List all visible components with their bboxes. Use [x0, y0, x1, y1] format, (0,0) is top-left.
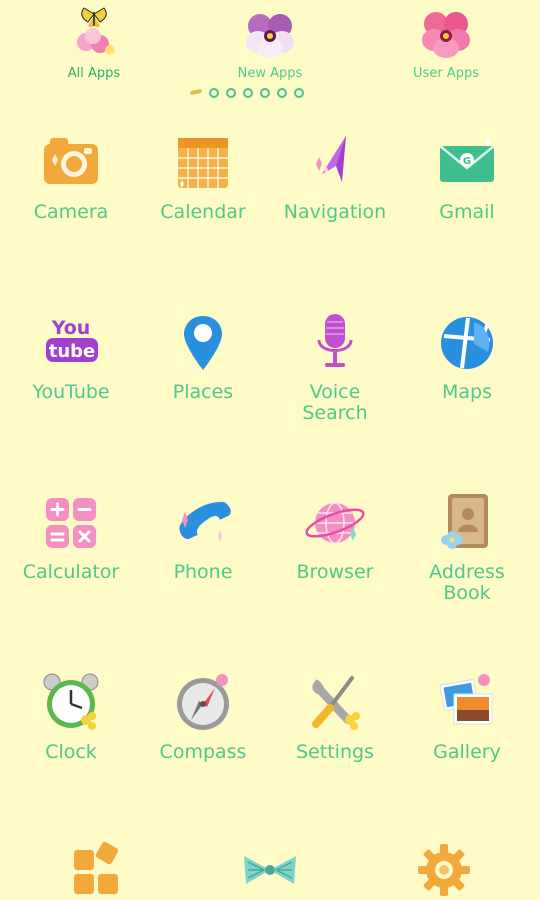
app-navigation[interactable]: Navigation	[270, 130, 400, 223]
app-label: Compass	[159, 741, 247, 763]
pink-pansy-icon	[422, 12, 470, 58]
youtube-icon: You tube	[46, 317, 98, 362]
app-clock[interactable]: Clock	[6, 670, 136, 763]
app-gmail[interactable]: G Gmail	[402, 130, 532, 223]
app-label: Gmail	[439, 201, 495, 223]
app-tabs: All Apps New Apps User Apps	[0, 0, 540, 100]
app-label: Places	[172, 381, 234, 403]
globe-icon	[305, 502, 365, 544]
app-places[interactable]: Places	[138, 310, 268, 403]
camera-icon	[44, 138, 98, 184]
navigation-arrow-icon	[316, 136, 346, 182]
app-camera[interactable]: Camera	[6, 130, 136, 223]
map-globe-icon	[441, 317, 493, 369]
tab-new-apps[interactable]: New Apps	[210, 6, 330, 81]
microphone-icon	[317, 314, 353, 367]
page-indicator	[190, 86, 355, 100]
page-dot[interactable]	[260, 88, 270, 98]
app-settings[interactable]: Settings	[270, 670, 400, 763]
app-voice-search[interactable]: Voice Search	[270, 310, 400, 424]
tab-label: New Apps	[237, 66, 303, 81]
tab-all-apps[interactable]: All Apps	[34, 6, 154, 81]
address-book-icon	[441, 494, 488, 549]
app-label: Address Book	[429, 561, 505, 604]
app-label: Settings	[296, 741, 374, 763]
app-label: Gallery	[433, 741, 501, 763]
app-label: Phone	[173, 561, 233, 583]
envelope-icon: G	[439, 137, 495, 182]
app-label: Calendar	[160, 201, 246, 223]
purple-pansy-icon	[246, 14, 294, 58]
page-dot-current[interactable]	[190, 88, 202, 98]
app-label: Maps	[442, 381, 492, 403]
app-label: Navigation	[283, 201, 387, 223]
page-dot[interactable]	[243, 88, 253, 98]
butterfly-flower-icon	[77, 7, 115, 55]
alarm-clock-icon	[43, 673, 99, 730]
app-drawer-icon[interactable]	[66, 840, 126, 900]
page-dot[interactable]	[294, 88, 304, 98]
app-label: Voice Search	[302, 381, 368, 424]
app-label: YouTube	[32, 381, 110, 403]
page-dot[interactable]	[209, 88, 219, 98]
page-dot[interactable]	[277, 88, 287, 98]
tab-user-apps[interactable]: User Apps	[386, 6, 506, 81]
calculator-icon	[46, 498, 96, 548]
compass-icon	[177, 674, 229, 730]
app-label: Camera	[33, 201, 109, 223]
page-dot[interactable]	[226, 88, 236, 98]
app-compass[interactable]: Compass	[138, 670, 268, 763]
svg-text:tube: tube	[49, 341, 96, 362]
app-label: Clock	[45, 741, 97, 763]
app-label: Calculator	[22, 561, 120, 583]
app-label: Browser	[296, 561, 374, 583]
calendar-icon	[178, 138, 228, 188]
photos-icon	[439, 674, 493, 725]
map-pin-icon	[184, 316, 222, 370]
app-maps[interactable]: Maps	[402, 310, 532, 403]
bottom-dock	[0, 830, 540, 900]
svg-text:You: You	[51, 317, 91, 339]
tab-label: User Apps	[413, 66, 479, 81]
ribbon-bow-icon[interactable]	[240, 840, 300, 900]
app-calculator[interactable]: Calculator	[6, 490, 136, 583]
app-phone[interactable]: Phone	[138, 490, 268, 583]
app-gallery[interactable]: Gallery	[402, 670, 532, 763]
app-youtube[interactable]: You tube YouTube	[6, 310, 136, 403]
svg-text:G: G	[463, 156, 471, 167]
gear-icon[interactable]	[414, 840, 474, 900]
app-browser[interactable]: Browser	[270, 490, 400, 583]
tab-label: All Apps	[67, 66, 121, 81]
app-calendar[interactable]: Calendar	[138, 130, 268, 223]
wrench-screwdriver-icon	[312, 676, 360, 730]
app-address-book[interactable]: Address Book	[402, 490, 532, 604]
phone-handset-icon	[179, 502, 231, 542]
